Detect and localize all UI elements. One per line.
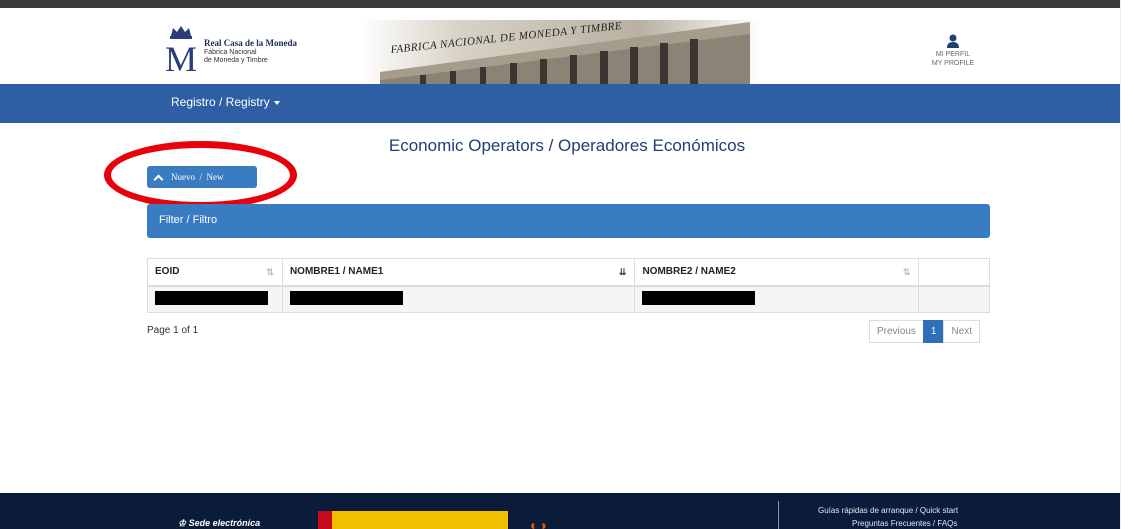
top-border — [0, 0, 1134, 8]
next-button[interactable]: Next — [943, 320, 981, 343]
new-button[interactable]: Nuevo / New — [147, 166, 257, 188]
profile-label-es: MI PERFIL — [935, 51, 971, 58]
main-navbar: Registro / Registry — [0, 84, 1120, 123]
column-label: EOID — [155, 266, 180, 278]
redacted-block — [289, 290, 403, 305]
my-profile-link[interactable]: MI PERFIL MY PROFILE — [918, 34, 988, 68]
filter-panel-toggle[interactable]: Filter / Filtro — [147, 204, 990, 238]
column-label: NOMBRE2 / NAME2 — [642, 266, 736, 278]
building-banner-image: FABRICA NACIONAL DE MONEDA Y TIMBRE — [360, 20, 760, 92]
previous-button[interactable]: Previous — [869, 320, 924, 343]
table-row[interactable] — [147, 285, 990, 313]
filter-label: Filter / Filtro — [159, 214, 218, 226]
sede-electronica-link[interactable]: ♔ Sede electrónica — [178, 518, 260, 529]
logo-title: Real Casa de la Moneda — [204, 38, 297, 48]
flag-stripe — [318, 511, 332, 529]
column-label: NOMBRE1 / NAME1 — [289, 266, 384, 278]
operators-table: EOID ⇅ NOMBRE1 / NAME1 ⇊ NOMBRE2 / NAME2… — [147, 258, 990, 313]
column-header-eoid[interactable]: EOID ⇅ — [147, 258, 283, 287]
fnmt-logo[interactable]: M Real Casa de la Moneda Fábrica Naciona… — [160, 25, 320, 75]
sede-label: Sede electrónica — [188, 518, 261, 528]
sort-icon: ⇅ — [902, 267, 911, 277]
logo-subtitle-2: de Moneda y Timbre — [204, 57, 268, 64]
window-right-edge — [1120, 0, 1134, 529]
registry-menu-label: Registro / Registry — [171, 95, 270, 109]
page-info: Page 1 of 1 — [147, 325, 199, 336]
column-header-actions — [918, 258, 990, 287]
chevron-up-icon — [153, 174, 164, 184]
faq-link[interactable]: Preguntas Frecuentes / FAQs — [852, 519, 957, 528]
redacted-block — [155, 290, 268, 305]
cell-name1 — [282, 285, 636, 313]
profile-label-en: MY PROFILE — [931, 60, 975, 67]
footer-divider — [778, 501, 779, 529]
crown-icon: ♔ — [178, 518, 189, 528]
sort-icon: ⇅ — [266, 267, 274, 277]
svg-text:M: M — [165, 39, 197, 75]
cell-name2 — [634, 285, 920, 313]
registry-menu[interactable]: Registro / Registry — [171, 95, 280, 109]
caret-down-icon — [273, 100, 280, 105]
column-header-name2[interactable]: NOMBRE2 / NAME2 ⇅ — [634, 258, 920, 287]
spain-government-logo — [318, 511, 508, 529]
logo-subtitle-1: Fábrica Nacional — [204, 49, 257, 56]
column-header-name1[interactable]: NOMBRE1 / NAME1 ⇊ — [282, 258, 636, 287]
redacted-block — [642, 290, 756, 305]
crown-m-logo-icon: M — [165, 26, 197, 75]
pagination: Previous 1 Next — [869, 320, 981, 343]
eu-logo: ◐◑ — [530, 517, 547, 529]
page-1-button[interactable]: 1 — [922, 320, 945, 343]
sort-active-icon: ⇊ — [618, 267, 627, 277]
new-button-label: Nuevo / New — [171, 172, 224, 182]
cell-actions — [918, 285, 990, 313]
site-header: M Real Casa de la Moneda Fábrica Naciona… — [0, 8, 1120, 92]
quick-start-link[interactable]: Guías rápidas de arranque / Quick start — [818, 506, 958, 515]
cell-eoid — [147, 285, 283, 313]
page-title: Economic Operators / Operadores Económic… — [388, 136, 746, 155]
site-footer: ♔ Sede electrónica ◐◑ Guías rápidas de a… — [0, 493, 1120, 529]
user-icon — [947, 34, 959, 48]
